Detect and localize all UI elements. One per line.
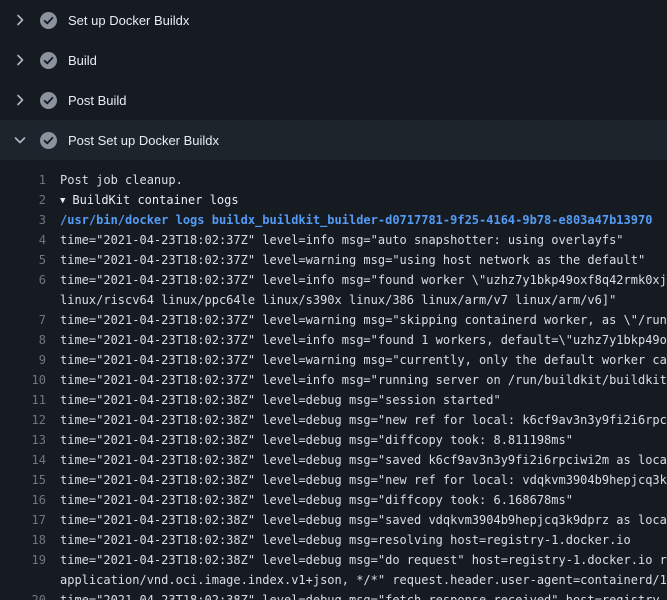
step-label: Post Set up Docker Buildx xyxy=(68,133,219,148)
log-line-number[interactable]: 18 xyxy=(0,530,46,550)
log-line: linux/riscv64 linux/ppc64le linux/s390x … xyxy=(0,290,667,310)
chevron-right-icon xyxy=(12,12,28,28)
log-line: 8time="2021-04-23T18:02:37Z" level=info … xyxy=(0,330,667,350)
check-circle-icon xyxy=(40,52,57,69)
log-line: 4time="2021-04-23T18:02:37Z" level=info … xyxy=(0,230,667,250)
log-line-number[interactable]: 5 xyxy=(0,250,46,270)
log-line-number[interactable]: 7 xyxy=(0,310,46,330)
step-header-post-set-up-docker-buildx[interactable]: Post Set up Docker Buildx xyxy=(0,120,667,160)
log-line-number[interactable]: 15 xyxy=(0,470,46,490)
log-line-number[interactable]: 3 xyxy=(0,210,46,230)
log-line-text: ▼BuildKit container logs xyxy=(46,190,239,210)
log-line-text: time="2021-04-23T18:02:38Z" level=debug … xyxy=(46,490,573,510)
chevron-right-icon xyxy=(12,92,28,108)
log-line-text: time="2021-04-23T18:02:38Z" level=debug … xyxy=(46,510,667,530)
log-line-number[interactable]: 14 xyxy=(0,450,46,470)
log-line-number xyxy=(0,290,46,310)
check-circle-icon xyxy=(40,12,57,29)
step-label: Set up Docker Buildx xyxy=(68,13,189,28)
log-command-text: /usr/bin/docker logs buildx_buildkit_bui… xyxy=(46,210,652,230)
log-line: 2▼BuildKit container logs xyxy=(0,190,667,210)
chevron-right-icon xyxy=(12,52,28,68)
log-line: 11time="2021-04-23T18:02:38Z" level=debu… xyxy=(0,390,667,410)
log-line-text: time="2021-04-23T18:02:37Z" level=info m… xyxy=(46,270,667,290)
log-line-text: time="2021-04-23T18:02:37Z" level=info m… xyxy=(46,230,624,250)
log-line-number[interactable]: 20 xyxy=(0,590,46,600)
log-line-number[interactable]: 6 xyxy=(0,270,46,290)
log-line-number[interactable]: 8 xyxy=(0,330,46,350)
log-line-number[interactable]: 4 xyxy=(0,230,46,250)
log-line-text: time="2021-04-23T18:02:38Z" level=debug … xyxy=(46,530,631,550)
log-line-number[interactable]: 12 xyxy=(0,410,46,430)
log-line-text: time="2021-04-23T18:02:38Z" level=debug … xyxy=(46,430,573,450)
check-circle-icon xyxy=(40,132,57,149)
log-line-text: time="2021-04-23T18:02:38Z" level=debug … xyxy=(46,450,667,470)
log-line-text: time="2021-04-23T18:02:37Z" level=info m… xyxy=(46,370,667,390)
log-line-number[interactable]: 13 xyxy=(0,430,46,450)
log-line: 19time="2021-04-23T18:02:38Z" level=debu… xyxy=(0,550,667,570)
log-line-number[interactable]: 9 xyxy=(0,350,46,370)
log-line-number[interactable]: 16 xyxy=(0,490,46,510)
log-line: 5time="2021-04-23T18:02:37Z" level=warni… xyxy=(0,250,667,270)
log-line-text: time="2021-04-23T18:02:37Z" level=warnin… xyxy=(46,310,667,330)
log-line-number[interactable]: 2 xyxy=(0,190,46,210)
log-line-text: time="2021-04-23T18:02:38Z" level=debug … xyxy=(46,470,667,490)
log-line: 14time="2021-04-23T18:02:38Z" level=debu… xyxy=(0,450,667,470)
log-line-text: linux/riscv64 linux/ppc64le linux/s390x … xyxy=(46,290,616,310)
log-line: 17time="2021-04-23T18:02:38Z" level=debu… xyxy=(0,510,667,530)
log-line-text: application/vnd.oci.image.index.v1+json,… xyxy=(46,570,667,590)
steps-list: Set up Docker Buildx Build Post Build Po… xyxy=(0,0,667,160)
log-line: application/vnd.oci.image.index.v1+json,… xyxy=(0,570,667,590)
log-line: 9time="2021-04-23T18:02:37Z" level=warni… xyxy=(0,350,667,370)
log-line-number[interactable]: 17 xyxy=(0,510,46,530)
log-line-text: time="2021-04-23T18:02:38Z" level=debug … xyxy=(46,550,667,570)
log-line-number[interactable]: 11 xyxy=(0,390,46,410)
step-label: Build xyxy=(68,53,97,68)
log-line-text: time="2021-04-23T18:02:38Z" level=debug … xyxy=(46,390,501,410)
log-line-number[interactable]: 10 xyxy=(0,370,46,390)
log-line: 20time="2021-04-23T18:02:38Z" level=debu… xyxy=(0,590,667,600)
log-line: 10time="2021-04-23T18:02:37Z" level=info… xyxy=(0,370,667,390)
log-container[interactable]: 1Post job cleanup.2▼BuildKit container l… xyxy=(0,160,667,600)
log-line: 16time="2021-04-23T18:02:38Z" level=debu… xyxy=(0,490,667,510)
group-toggle-icon[interactable]: ▼ xyxy=(60,191,65,211)
log-line-number xyxy=(0,570,46,590)
log-line: 13time="2021-04-23T18:02:38Z" level=debu… xyxy=(0,430,667,450)
log-line-text: time="2021-04-23T18:02:37Z" level=info m… xyxy=(46,330,667,350)
log-line-text: time="2021-04-23T18:02:38Z" level=debug … xyxy=(46,410,667,430)
log-line-number[interactable]: 19 xyxy=(0,550,46,570)
log-line: 7time="2021-04-23T18:02:37Z" level=warni… xyxy=(0,310,667,330)
log-line-text: Post job cleanup. xyxy=(46,170,183,190)
chevron-down-icon xyxy=(12,132,28,148)
log-line-text: time="2021-04-23T18:02:37Z" level=warnin… xyxy=(46,350,667,370)
step-header-post-build[interactable]: Post Build xyxy=(0,80,667,120)
log-line-text: time="2021-04-23T18:02:38Z" level=debug … xyxy=(46,590,667,600)
log-line-text: time="2021-04-23T18:02:37Z" level=warnin… xyxy=(46,250,645,270)
log-line: 15time="2021-04-23T18:02:38Z" level=debu… xyxy=(0,470,667,490)
log-line: 3/usr/bin/docker logs buildx_buildkit_bu… xyxy=(0,210,667,230)
log-line: 1Post job cleanup. xyxy=(0,170,667,190)
step-header-build[interactable]: Build xyxy=(0,40,667,80)
check-circle-icon xyxy=(40,92,57,109)
step-label: Post Build xyxy=(68,93,127,108)
log-line: 12time="2021-04-23T18:02:38Z" level=debu… xyxy=(0,410,667,430)
log-line: 18time="2021-04-23T18:02:38Z" level=debu… xyxy=(0,530,667,550)
log-line-number[interactable]: 1 xyxy=(0,170,46,190)
log-line: 6time="2021-04-23T18:02:37Z" level=info … xyxy=(0,270,667,290)
step-header-set-up-docker-buildx[interactable]: Set up Docker Buildx xyxy=(0,0,667,40)
